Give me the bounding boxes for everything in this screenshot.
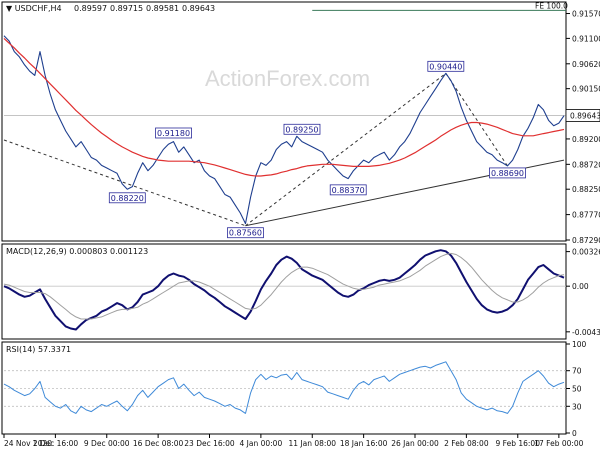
price-header-low: 0.89581: [146, 4, 179, 13]
price-y-tick-label-5: 0.89200: [572, 135, 600, 144]
x-tick-label-7: 18 Jan 16:00: [340, 439, 388, 448]
price-y-tick-label-7: 0.88250: [572, 185, 600, 194]
swing-label-1: 0.88220: [111, 194, 144, 203]
swing-label-0: 0.91180: [157, 129, 190, 138]
rsi-y-tick-label-4: 0: [572, 429, 577, 438]
x-tick-label-3: 16 Dec 08:00: [133, 439, 184, 448]
rsi-y-tick-label-0: 100: [572, 340, 587, 349]
x-tick-label-1: 1 Dec 16:00: [33, 439, 79, 448]
price-y-tick-label-8: 0.87770: [572, 211, 600, 220]
swing-label-5: 0.90440: [429, 62, 462, 71]
chart-root: ActionForex.com ▼ USDCHF,H4 0.89597 0.89…: [0, 0, 600, 450]
x-tick-label-8: 26 Jan 00:00: [391, 439, 439, 448]
price-y-tick-label-1: 0.91100: [572, 34, 600, 43]
fe-100-label: FE 100.0: [535, 1, 568, 10]
price-header-high: 0.89715: [110, 4, 143, 13]
watermark: ActionForex.com: [205, 66, 370, 91]
macd-y-tick-label-2: -0.004316: [572, 328, 600, 337]
usdchf-chart: ActionForex.com ▼ USDCHF,H4 0.89597 0.89…: [0, 0, 600, 450]
rsi-y-tick-label-2: 50: [572, 385, 582, 394]
price-header-close: 0.89643: [182, 4, 215, 13]
price-y-tick-label-9: 0.87290: [572, 236, 600, 245]
rsi-label: RSI(14) 57.3371: [6, 345, 71, 354]
price-header-symbol: ▼ USDCHF,H4: [6, 4, 62, 13]
price-y-tick-label-6: 0.88720: [572, 160, 600, 169]
rsi-y-tick-label-3: 30: [572, 402, 582, 411]
macd-label: MACD(12,26,9) 0.000803 0.001123: [6, 247, 148, 256]
x-tick-label-9: 2 Feb 08:00: [444, 439, 489, 448]
x-tick-label-4: 23 Dec 16:00: [184, 439, 235, 448]
swing-label-4: 0.88370: [332, 186, 365, 195]
rsi-y-tick-label-1: 70: [572, 367, 582, 376]
x-tick-label-2: 9 Dec 00:00: [84, 439, 130, 448]
current-price-label: 0.89643: [570, 111, 600, 120]
swing-label-6: 0.88690: [491, 169, 524, 178]
swing-label-3: 0.89250: [285, 125, 318, 134]
x-tick-label-11: 17 Feb 00:00: [534, 439, 583, 448]
x-tick-label-6: 11 Jan 08:00: [289, 439, 337, 448]
price-y-tick-label-2: 0.90620: [572, 60, 600, 69]
price-y-tick-label-0: 0.91570: [572, 10, 600, 19]
x-tick-label-5: 4 Jan 00:00: [240, 439, 283, 448]
swing-label-2: 0.87560: [229, 229, 262, 238]
price-header-open: 0.89597: [74, 4, 107, 13]
macd-y-tick-label-1: 0.00: [572, 282, 589, 291]
price-y-tick-label-3: 0.90150: [572, 85, 600, 94]
macd-y-tick-label-0: 0.003269: [572, 248, 600, 257]
